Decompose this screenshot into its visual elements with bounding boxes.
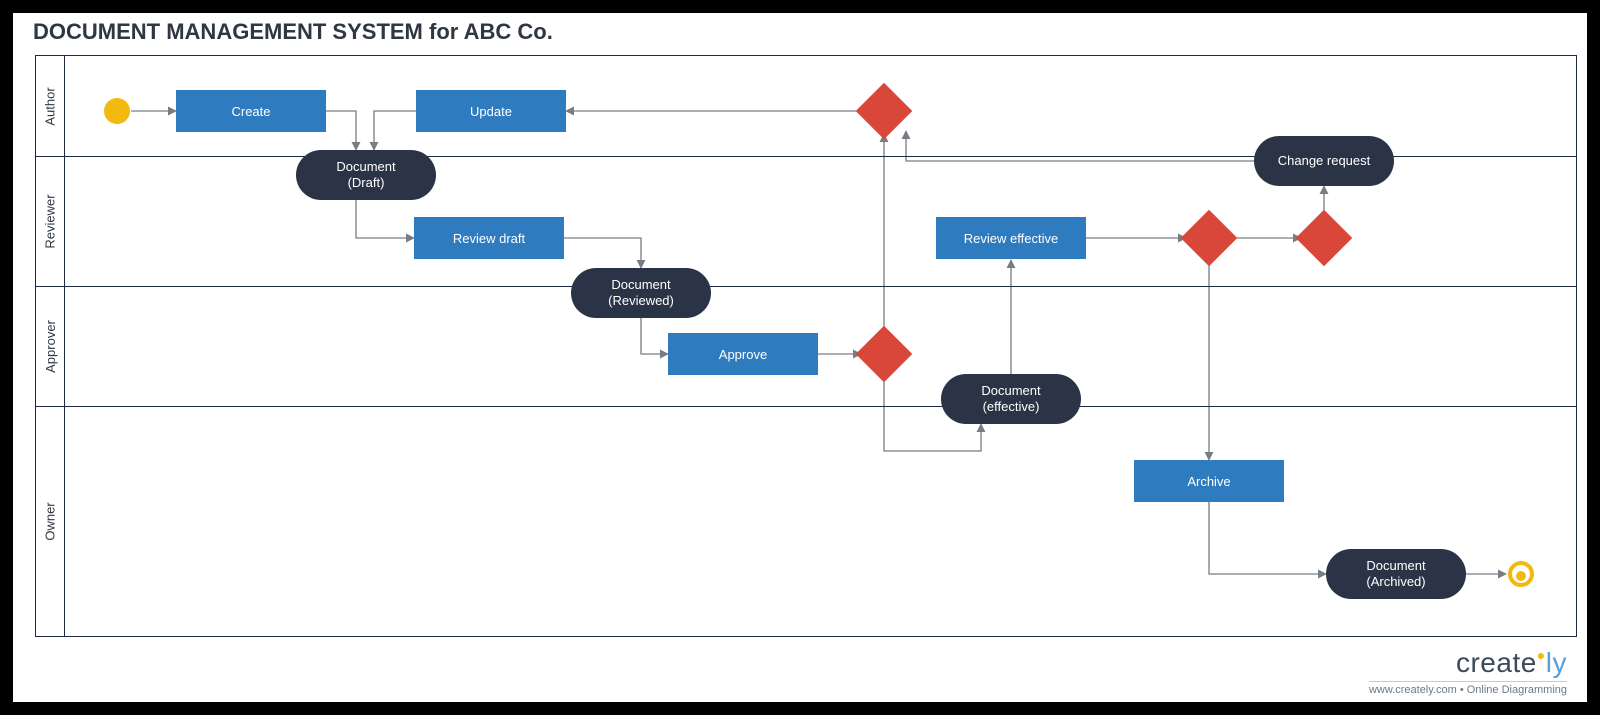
end-node	[1508, 561, 1534, 587]
lane-label-reviewer: Reviewer	[36, 157, 65, 286]
activity-review-draft: Review draft	[414, 217, 564, 259]
brand-logo: create●ly	[1369, 647, 1567, 679]
object-change-request: Change request	[1254, 136, 1394, 186]
start-node	[104, 98, 130, 124]
footer: create●ly www.creately.com • Online Diag…	[1369, 647, 1567, 696]
lane-label-author: Author	[36, 56, 65, 156]
object-doc-reviewed: Document (Reviewed)	[571, 268, 711, 318]
activity-archive: Archive	[1134, 460, 1284, 502]
object-doc-archived: Document (Archived)	[1326, 549, 1466, 599]
diagram-title: DOCUMENT MANAGEMENT SYSTEM for ABC Co.	[33, 19, 553, 45]
activity-approve: Approve	[668, 333, 818, 375]
activity-review-effective: Review effective	[936, 217, 1086, 259]
activity-update: Update	[416, 90, 566, 132]
lane-label-owner: Owner	[36, 407, 65, 636]
lane-owner: Owner	[36, 406, 1576, 636]
lane-label-approver: Approver	[36, 287, 65, 406]
object-doc-effective: Document (effective)	[941, 374, 1081, 424]
activity-create: Create	[176, 90, 326, 132]
object-doc-draft: Document (Draft)	[296, 150, 436, 200]
bulb-icon: ●	[1537, 647, 1546, 663]
swimlane-container: Author Reviewer Approver Owner Create Up…	[35, 55, 1577, 637]
swimlane-diagram: DOCUMENT MANAGEMENT SYSTEM for ABC Co.	[0, 0, 1600, 715]
brand-tagline: www.creately.com • Online Diagramming	[1369, 681, 1567, 696]
